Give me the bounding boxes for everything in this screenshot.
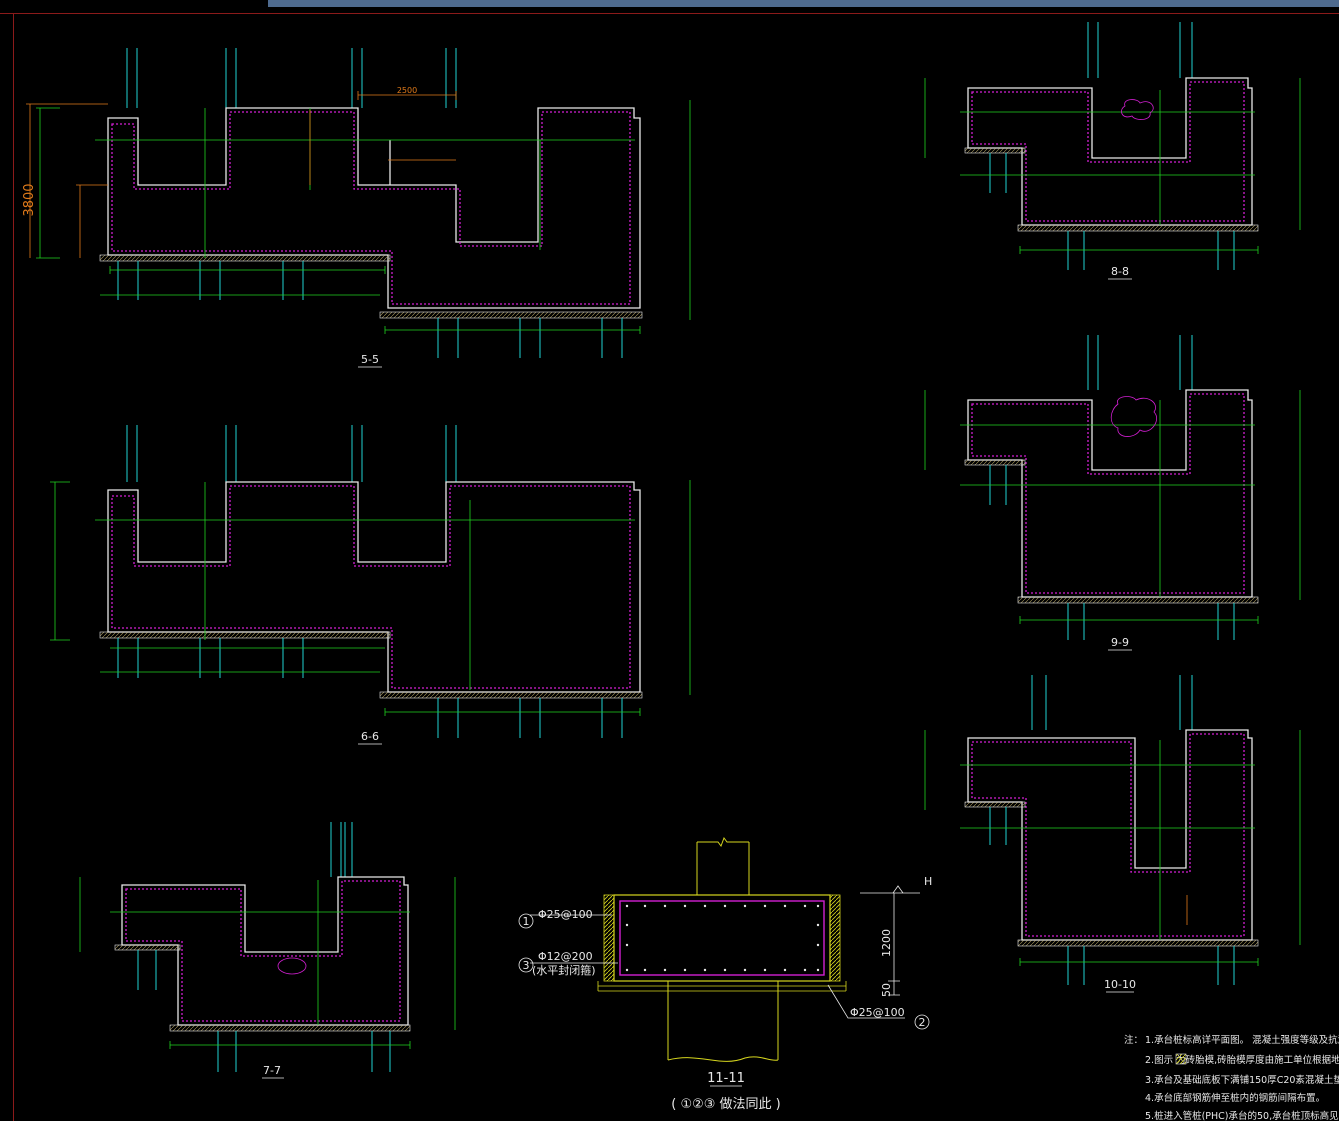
section-8-8-base-slab-2 [1017,224,1259,232]
detail-rebar-loop [619,900,825,976]
section-5-5-piles [117,261,623,358]
detail-brick-wall-left [603,894,615,982]
dim-3800: 3800 [22,183,37,216]
section-6-6-columns [126,425,457,482]
section-5-5-base-slab-1 [99,254,391,262]
section-6-6-rebar [111,485,631,689]
bar-3-number: 3 [523,959,530,972]
dim-50: 50 [880,983,893,997]
section-7-7: 7-7 [79,822,456,1079]
note-1: 1.承台桩标高详平面图。 混凝土强度等级及抗渗等级见总说明及 [1145,1034,1339,1046]
note-2-hatch-swatch [1175,1053,1187,1065]
level-mark-label: H [924,875,932,888]
note-3: 3.承台及基础底板下满铺150厚C20素混凝土垫层且宽出底板100。 [1145,1074,1339,1086]
bar-1-label: Φ25@100 [538,908,593,921]
section-5-5-orange-dims [26,91,457,258]
section-9-9-label: 9-9 [1111,636,1129,649]
bar-2-number: 2 [919,1016,926,1029]
section-6-6-base-slab-1 [99,631,391,639]
detail-base-line [597,981,847,992]
section-5-5-columns [126,48,457,108]
section-8-8-columns [1087,22,1193,78]
section-10-10-label: 10-10 [1104,978,1136,991]
detail-column-stub [696,836,750,895]
section-5-5: 3800 2500 5-5 [22,48,691,368]
section-6-6: 6-6 [50,425,691,745]
section-8-8-base-slab-1 [964,147,1026,154]
section-8-8-label: 8-8 [1111,265,1129,278]
section-5-5-base-slab-2 [379,311,643,319]
general-notes: 注： 1.承台桩标高详平面图。 混凝土强度等级及抗渗等级见总说明及 2.图示 为… [1124,1034,1339,1121]
section-6-6-label: 6-6 [361,730,379,743]
dim-1200: 1200 [880,929,893,957]
section-9-9: 9-9 [924,335,1301,651]
section-11-11-detail: 1 Φ25@100 3 Φ12@200 (水平封闭箍) 2 Φ25@100 H … [518,836,932,1112]
section-9-9-base-slab-1 [964,459,1026,466]
bar-3-label: Φ12@200 [538,950,593,963]
section-7-7-wall-outline [121,876,409,1026]
section-7-7-base-slab-2 [169,1024,411,1032]
section-7-7-rebar [125,880,401,1022]
section-10-10: 10-10 [924,675,1301,993]
note-4: 4.承台底部钢筋伸至桩内的钢筋间隔布置。 [1145,1092,1325,1104]
cad-drawing-canvas[interactable]: 3800 2500 5-5 6-6 7-7 8-8 9-9 10-10 1 Φ2… [0,0,1339,1121]
level-marker [860,885,920,894]
section-9-9-base-slab-2 [1017,596,1259,604]
section-10-10-base-slab-2 [1017,939,1259,947]
bar-1-number: 1 [523,915,530,928]
section-9-9-wall-outline [967,389,1253,598]
section-5-5-label: 5-5 [361,353,379,366]
section-10-10-wall-outline [967,729,1253,941]
section-7-7-base-slab-1 [114,944,181,951]
section-11-11-caption: ( ①②③ 做法同此 ) [671,1097,781,1112]
section-6-6-wall-outline [107,481,641,693]
bar-2-label: Φ25@100 [850,1006,905,1019]
section-9-9-revision-cloud [1110,396,1157,437]
section-5-5-wall-outline [107,107,641,309]
section-9-9-columns [1087,335,1193,390]
section-6-6-dimension-lines [50,480,691,716]
section-8-8-revision-cloud [1121,99,1154,120]
section-10-10-columns [1031,675,1193,730]
section-7-7-columns [330,822,353,877]
bar-3-sublabel: (水平封闭箍) [532,963,596,977]
detail-rebar-dots [625,904,820,972]
detail-pile [667,980,779,1062]
section-7-7-piles [137,950,391,1072]
detail-brick-wall-right [829,894,841,982]
note-5: 5.桩进入管桩(PHC)承台的50,承台桩顶标高见100。 [1145,1110,1339,1121]
notes-head: 注： [1124,1034,1143,1046]
section-7-7-revision-cloud [277,957,307,975]
section-10-10-base-slab-1 [964,801,1026,808]
section-9-9-rebar [971,393,1245,594]
dim-2500: 2500 [397,86,417,95]
detail-cap-outline [613,894,831,982]
note-2: 2.图示 为砖胎模,砖胎模厚度由施工单位根据地质开挖具体情况确定 [1145,1054,1339,1066]
section-8-8: 8-8 [924,22,1301,280]
section-5-5-rebar [111,111,631,305]
section-10-10-rebar [971,733,1245,937]
section-7-7-label: 7-7 [263,1064,281,1077]
section-7-7-dimension-lines [79,877,456,1049]
section-6-6-base-slab-2 [379,691,643,699]
section-11-11-label: 11-11 [707,1071,745,1086]
